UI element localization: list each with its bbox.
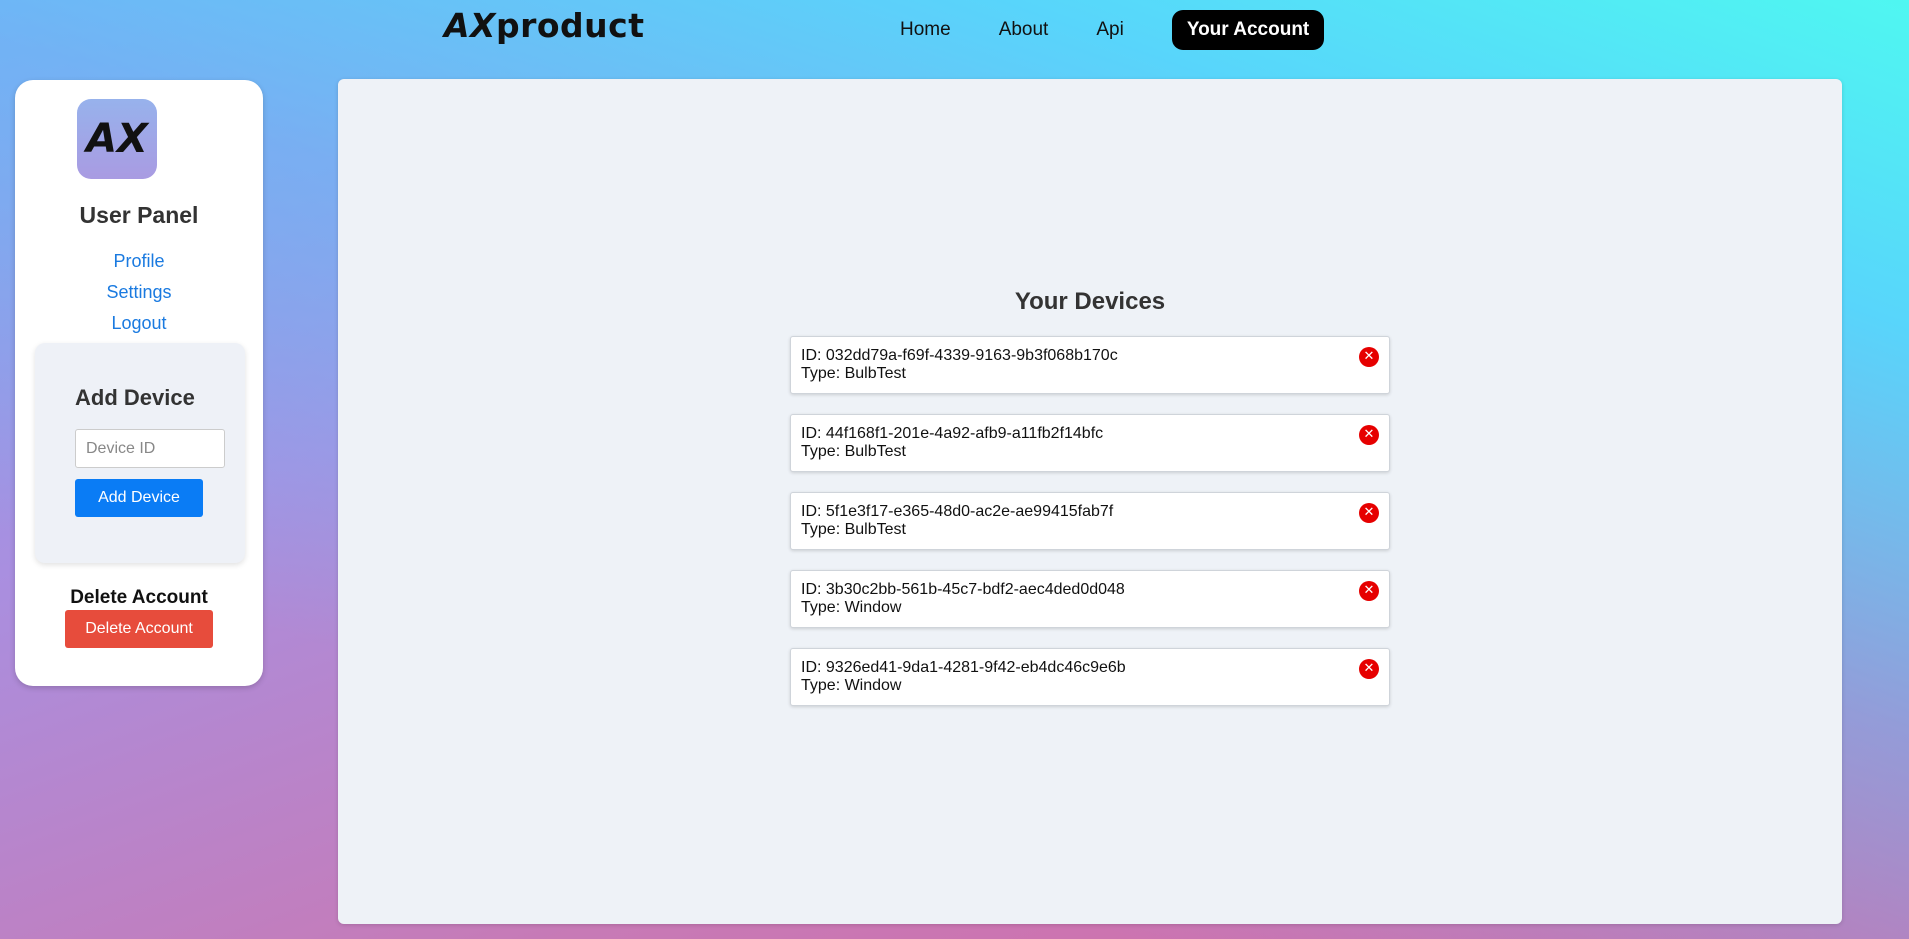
close-icon[interactable]: ✕	[1359, 503, 1379, 523]
add-device-card: Add Device Add Device	[35, 343, 245, 563]
device-type: Type: Window	[801, 599, 902, 616]
panel-title: User Panel	[79, 202, 199, 228]
top-nav: Home About Api Your Account	[900, 10, 1325, 50]
device-id: ID: 032dd79a-f69f-4339-9163-9b3f068b170c	[801, 347, 1118, 364]
device-item: ID: 44f168f1-201e-4a92-afb9-a11fb2f14bfc…	[790, 414, 1390, 472]
device-item: ID: 5f1e3f17-e365-48d0-ac2e-ae99415fab7f…	[790, 492, 1390, 550]
device-id-input[interactable]	[75, 429, 225, 468]
delete-account-button[interactable]: Delete Account	[65, 610, 213, 648]
sidebar-link-profile[interactable]: Profile	[15, 251, 263, 272]
sidebar-link-logout[interactable]: Logout	[15, 313, 263, 334]
device-item: ID: 032dd79a-f69f-4339-9163-9b3f068b170c…	[790, 336, 1390, 394]
brand-logo[interactable]: AXproduct	[444, 6, 645, 45]
device-type: Type: BulbTest	[801, 443, 906, 460]
device-id: ID: 5f1e3f17-e365-48d0-ac2e-ae99415fab7f	[801, 503, 1114, 520]
close-icon[interactable]: ✕	[1359, 659, 1379, 679]
device-item: ID: 3b30c2bb-561b-45c7-bdf2-aec4ded0d048…	[790, 570, 1390, 628]
device-type: Type: BulbTest	[801, 365, 906, 382]
user-panel-sidebar: AX User Panel Profile Settings Logout Ad…	[15, 80, 263, 686]
nav-about[interactable]: About	[999, 19, 1049, 41]
nav-home[interactable]: Home	[900, 19, 951, 41]
brand-suffix: product	[495, 6, 645, 45]
nav-your-account[interactable]: Your Account	[1171, 10, 1325, 50]
sidebar-link-settings[interactable]: Settings	[15, 282, 263, 303]
device-type: Type: Window	[801, 677, 902, 694]
device-item: ID: 9326ed41-9da1-4281-9f42-eb4dc46c9e6b…	[790, 648, 1390, 706]
device-list: ID: 032dd79a-f69f-4339-9163-9b3f068b170c…	[790, 336, 1390, 726]
close-icon[interactable]: ✕	[1359, 425, 1379, 445]
delete-account-heading: Delete Account	[70, 587, 208, 608]
close-icon[interactable]: ✕	[1359, 581, 1379, 601]
close-icon[interactable]: ✕	[1359, 347, 1379, 367]
devices-title: Your Devices	[1014, 288, 1166, 315]
device-id: ID: 3b30c2bb-561b-45c7-bdf2-aec4ded0d048	[801, 581, 1125, 598]
app-logo: AX	[77, 99, 157, 179]
brand-prefix: AX	[444, 6, 496, 45]
nav-api[interactable]: Api	[1096, 19, 1123, 41]
add-device-title: Add Device	[75, 385, 195, 410]
devices-panel: Your Devices ID: 032dd79a-f69f-4339-9163…	[338, 79, 1842, 924]
device-id: ID: 44f168f1-201e-4a92-afb9-a11fb2f14bfc	[801, 425, 1104, 442]
add-device-button[interactable]: Add Device	[75, 479, 203, 517]
device-id: ID: 9326ed41-9da1-4281-9f42-eb4dc46c9e6b	[801, 659, 1126, 676]
device-type: Type: BulbTest	[801, 521, 906, 538]
